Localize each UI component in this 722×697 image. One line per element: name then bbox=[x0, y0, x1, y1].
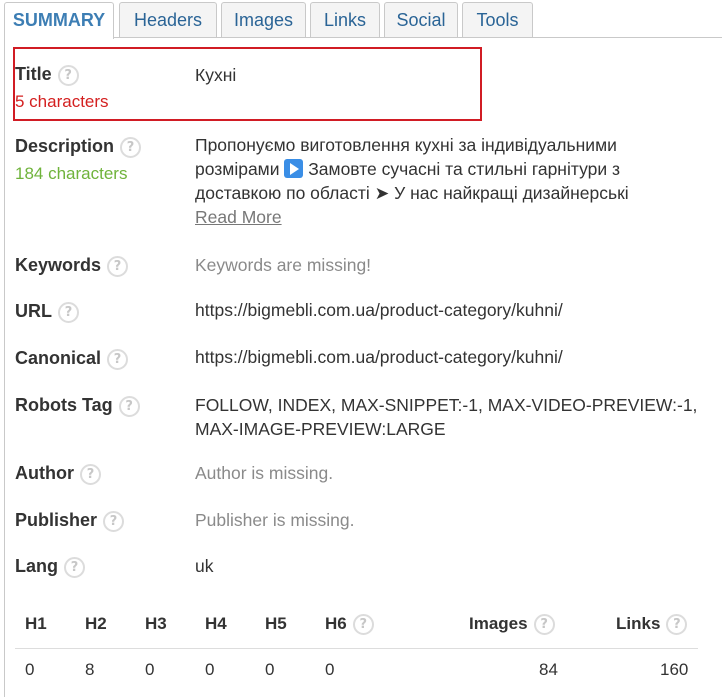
h5-header: H5 bbox=[265, 614, 287, 633]
lang-label: Lang bbox=[15, 556, 58, 576]
author-value: Author is missing. bbox=[195, 463, 334, 483]
help-icon[interactable]: ? bbox=[107, 255, 129, 277]
url-value: https://bigmebli.com.ua/product-category… bbox=[195, 300, 563, 320]
publisher-label: Publisher bbox=[15, 510, 98, 530]
images-header-cell: Images? bbox=[469, 614, 555, 636]
links-header-cell: Links? bbox=[616, 614, 688, 636]
canonical-label: Canonical bbox=[15, 348, 102, 368]
lang-label-row: Lang? bbox=[15, 556, 85, 578]
help-icon[interactable]: ? bbox=[57, 64, 79, 86]
tab-bar: SUMMARY Headers Images Links Social Tool… bbox=[0, 0, 722, 39]
description-label: Description bbox=[15, 136, 115, 156]
h4-count: 0 bbox=[205, 660, 215, 679]
description-line-part: розмірами bbox=[195, 159, 280, 179]
author-label-row: Author? bbox=[15, 463, 101, 485]
description-line: Пропонуємо виготовлення кухні за індивід… bbox=[195, 135, 617, 155]
images-count: 84 bbox=[539, 660, 558, 679]
canonical-value: https://bigmebli.com.ua/product-category… bbox=[195, 347, 563, 367]
h6-header: H6 bbox=[325, 614, 347, 633]
tab-images[interactable]: Images bbox=[221, 2, 306, 38]
help-icon[interactable]: ? bbox=[118, 395, 140, 417]
title-length: 5 characters bbox=[15, 92, 109, 111]
lang-value: uk bbox=[195, 556, 214, 576]
url-label-row: URL? bbox=[15, 301, 79, 323]
h1-header: H1 bbox=[25, 614, 47, 633]
robots-line: FOLLOW, INDEX, MAX-SNIPPET:-1, MAX-VIDEO… bbox=[195, 395, 698, 415]
tab-social[interactable]: Social bbox=[384, 2, 458, 38]
table-divider bbox=[15, 648, 698, 649]
tab-links[interactable]: Links bbox=[310, 2, 380, 38]
title-label: Title bbox=[15, 64, 52, 84]
tab-tools[interactable]: Tools bbox=[462, 2, 533, 38]
h6-header-cell: H6? bbox=[325, 614, 374, 636]
robots-line: MAX-IMAGE-PREVIEW:LARGE bbox=[195, 419, 446, 439]
links-header: Links bbox=[616, 614, 661, 633]
help-icon[interactable]: ? bbox=[103, 510, 125, 532]
robots-label: Robots Tag bbox=[15, 395, 113, 415]
canonical-label-row: Canonical? bbox=[15, 348, 129, 370]
title-label-row: Title? bbox=[15, 64, 79, 86]
url-label: URL bbox=[15, 301, 52, 321]
tab-headers[interactable]: Headers bbox=[119, 2, 217, 38]
description-line-part: Замовте сучасні та стильні гарнітури з bbox=[308, 159, 621, 179]
title-value: Кухні bbox=[195, 65, 237, 85]
h5-count: 0 bbox=[265, 660, 275, 679]
h1-count: 0 bbox=[25, 660, 35, 679]
robots-value: FOLLOW, INDEX, MAX-SNIPPET:-1, MAX-VIDEO… bbox=[195, 393, 697, 441]
help-icon[interactable]: ? bbox=[120, 136, 142, 158]
images-header: Images bbox=[469, 614, 528, 633]
help-icon[interactable]: ? bbox=[58, 301, 79, 323]
description-length: 184 characters bbox=[15, 164, 128, 183]
keywords-label: Keywords bbox=[15, 255, 102, 275]
publisher-value: Publisher is missing. bbox=[195, 510, 355, 530]
h4-header: H4 bbox=[205, 614, 227, 633]
help-icon[interactable]: ? bbox=[107, 348, 129, 370]
description-value: Пропонуємо виготовлення кухні за індивід… bbox=[195, 133, 629, 229]
read-more-link[interactable]: Read More bbox=[195, 205, 629, 229]
help-icon[interactable]: ? bbox=[352, 614, 374, 636]
keywords-value: Keywords are missing! bbox=[195, 255, 372, 275]
keywords-label-row: Keywords? bbox=[15, 255, 129, 277]
publisher-label-row: Publisher? bbox=[15, 510, 125, 532]
robots-label-row: Robots Tag? bbox=[15, 395, 140, 417]
help-icon[interactable]: ? bbox=[533, 614, 555, 636]
author-label: Author bbox=[15, 463, 74, 483]
tab-summary[interactable]: SUMMARY bbox=[4, 2, 114, 39]
h6-count: 0 bbox=[325, 660, 335, 679]
h3-count: 0 bbox=[145, 660, 155, 679]
help-icon[interactable]: ? bbox=[64, 556, 85, 578]
description-line: доставкою по області ➤ У нас найкращі ди… bbox=[195, 183, 629, 203]
help-icon[interactable]: ? bbox=[666, 614, 688, 636]
help-icon[interactable]: ? bbox=[79, 463, 101, 485]
h2-count: 8 bbox=[85, 660, 95, 679]
description-line: розмірами Замовте сучасні та стильні гар… bbox=[195, 157, 629, 181]
links-count: 160 bbox=[660, 660, 689, 679]
h3-header: H3 bbox=[145, 614, 167, 633]
description-label-row: Description? bbox=[15, 136, 142, 158]
play-icon bbox=[284, 159, 304, 178]
h2-header: H2 bbox=[85, 614, 107, 633]
